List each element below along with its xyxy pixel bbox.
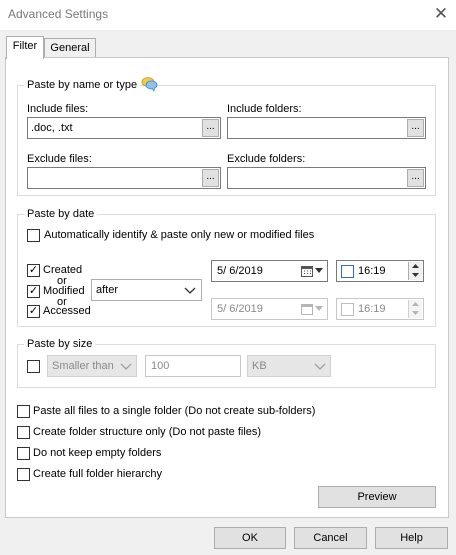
auto-identify-checkbox[interactable]	[27, 229, 40, 242]
calendar-icon	[301, 304, 313, 315]
structure-only-label: Create folder structure only (Do not pas…	[33, 426, 262, 438]
structure-only-checkbox[interactable]	[17, 426, 30, 439]
full-hierarchy-label: Create full folder hierarchy	[33, 468, 163, 480]
caret-down-icon	[315, 268, 323, 273]
chevron-down-icon	[314, 363, 326, 370]
single-folder-checkbox[interactable]	[17, 405, 30, 418]
window-title: Advanced Settings	[8, 7, 109, 21]
size-group-title: Paste by size	[24, 338, 96, 350]
created-checkbox[interactable]: ✓	[27, 264, 40, 277]
time-1-spinner[interactable]	[408, 262, 422, 280]
size-value: 100	[151, 360, 170, 372]
chat-bubbles-icon	[141, 77, 158, 92]
include-folders-browse-button[interactable]: ...	[407, 119, 424, 137]
date-picker-2: 5/ 6/2019	[211, 298, 328, 320]
date-1-value: 5/ 6/2019	[217, 265, 263, 277]
time-2-value: 16:19	[358, 303, 386, 315]
time-1-value: 16:19	[358, 265, 386, 277]
tab-general[interactable]: General	[44, 38, 96, 58]
accessed-checkbox[interactable]: ✓	[27, 305, 40, 318]
date-2-value: 5/ 6/2019	[217, 303, 263, 315]
chevron-down-icon	[120, 363, 132, 370]
exclude-files-field[interactable]: ...	[27, 167, 221, 189]
name-group-title: Paste by name or type	[24, 79, 141, 91]
include-files-label: Include files:	[27, 103, 89, 115]
time-2-checkbox	[341, 303, 354, 316]
exclude-folders-label: Exclude folders:	[227, 153, 306, 165]
include-files-value: .doc, .txt	[31, 122, 73, 134]
tab-filter[interactable]: Filter	[6, 36, 44, 59]
time-2-spinner	[408, 300, 422, 318]
time-1-checkbox[interactable]	[341, 265, 354, 278]
help-button[interactable]: Help	[375, 527, 448, 549]
ok-button[interactable]: OK	[214, 527, 286, 549]
size-comparison-value: Smaller than	[52, 360, 114, 372]
date-group-title: Paste by date	[24, 208, 98, 220]
close-icon[interactable]: ✕	[431, 3, 451, 25]
size-value-input: 100	[145, 355, 241, 377]
include-folders-label: Include folders:	[227, 103, 302, 115]
calendar-icon[interactable]	[301, 265, 313, 277]
exclude-folders-field[interactable]: ...	[227, 167, 426, 189]
date-picker-1[interactable]: 5/ 6/2019	[211, 260, 328, 282]
include-files-browse-button[interactable]: ...	[202, 119, 219, 137]
size-comparison-select: Smaller than	[47, 355, 137, 377]
size-unit-select: KB	[247, 355, 331, 377]
chevron-down-icon	[184, 287, 196, 294]
spin-down-icon[interactable]	[412, 273, 419, 277]
spin-up-icon	[412, 302, 419, 306]
no-empty-folders-checkbox[interactable]	[17, 447, 30, 460]
exclude-files-label: Exclude files:	[27, 153, 92, 165]
time-picker-1[interactable]: 16:19	[336, 260, 424, 282]
date-condition-value: after	[96, 284, 119, 296]
modified-checkbox[interactable]: ✓	[27, 285, 40, 298]
exclude-folders-browse-button[interactable]: ...	[407, 169, 424, 187]
spin-down-icon	[412, 311, 419, 315]
accessed-label: Accessed	[43, 305, 91, 317]
no-empty-folders-label: Do not keep empty folders	[33, 447, 162, 459]
size-filter-checkbox[interactable]	[27, 360, 40, 373]
exclude-files-browse-button[interactable]: ...	[202, 169, 219, 187]
caret-down-icon	[315, 306, 323, 311]
size-unit-value: KB	[252, 360, 267, 372]
time-picker-2: 16:19	[336, 298, 424, 320]
auto-identify-label: Automatically identify & paste only new …	[44, 229, 315, 241]
cancel-button[interactable]: Cancel	[294, 527, 367, 549]
spin-up-icon[interactable]	[412, 264, 419, 268]
include-files-field[interactable]: .doc, .txt ...	[27, 117, 221, 139]
full-hierarchy-checkbox[interactable]	[17, 468, 30, 481]
include-folders-field[interactable]: ...	[227, 117, 426, 139]
date-condition-select[interactable]: after	[91, 279, 202, 301]
single-folder-label: Paste all files to a single folder (Do n…	[33, 405, 316, 417]
preview-button[interactable]: Preview	[318, 486, 436, 508]
